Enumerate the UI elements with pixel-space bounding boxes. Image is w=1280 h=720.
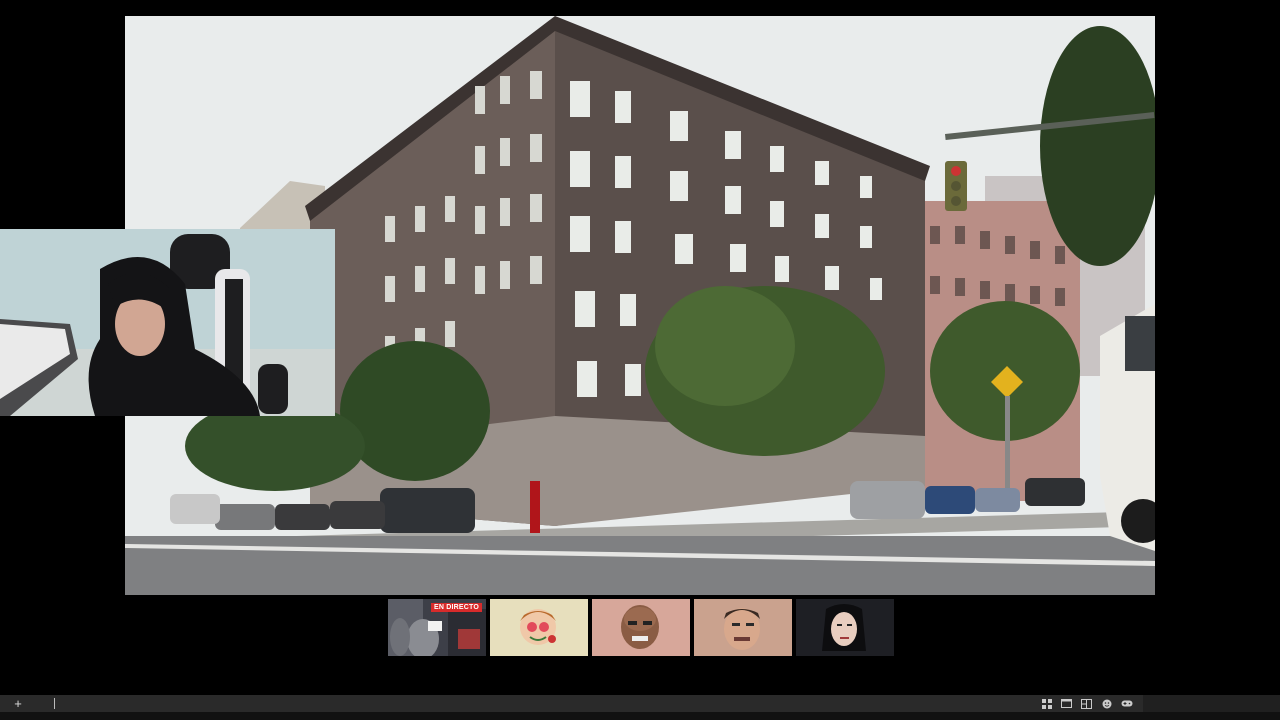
gamepad-icon[interactable] [1120, 697, 1133, 710]
participant-strip: EN DIRECTO [388, 599, 894, 656]
participant-tile-mj[interactable] [796, 599, 894, 656]
tray-icons [1040, 695, 1133, 712]
cartoon-avatar [490, 599, 588, 656]
webcam-overlay[interactable] [0, 229, 335, 416]
bald-man-avatar [592, 599, 690, 656]
webcam-feed [0, 229, 335, 416]
screen-bottom-edge [0, 712, 1280, 720]
plus-icon[interactable]: + [0, 695, 36, 712]
emoji-icon[interactable] [1100, 697, 1113, 710]
layout-icon[interactable] [1080, 697, 1093, 710]
live-badge: EN DIRECTO [430, 603, 482, 612]
participant-tile-bald-man[interactable] [592, 599, 690, 656]
taskbar: + [0, 695, 1280, 712]
participant-tile-streamer[interactable]: EN DIRECTO [388, 599, 486, 656]
grid-icon[interactable] [1040, 697, 1053, 710]
participant-tile-cartoon[interactable] [490, 599, 588, 656]
text-cursor[interactable] [54, 698, 55, 709]
mj-face-avatar [796, 599, 894, 656]
window-icon[interactable] [1060, 697, 1073, 710]
participant-tile-man-face[interactable] [694, 599, 792, 656]
taskbar-right-panel [1143, 695, 1280, 712]
man-face-avatar [694, 599, 792, 656]
